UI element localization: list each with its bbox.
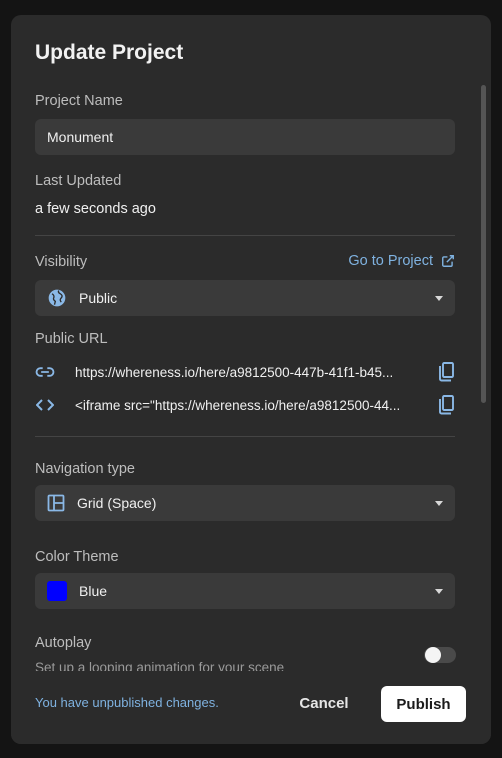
- autoplay-label: Autoplay: [35, 635, 92, 651]
- autoplay-toggle[interactable]: [424, 647, 456, 663]
- visibility-select[interactable]: Public: [35, 280, 455, 316]
- cancel-button[interactable]: Cancel: [291, 685, 357, 721]
- public-link-row: https://whereness.io/here/a9812500-447b-…: [35, 361, 455, 383]
- navigation-type-label: Navigation type: [35, 461, 135, 477]
- copy-icon: [439, 395, 454, 415]
- divider: [35, 436, 455, 437]
- visibility-label: Visibility: [35, 254, 88, 270]
- go-to-project-label: Go to Project: [348, 253, 433, 269]
- toggle-knob: [425, 647, 441, 663]
- copy-embed-button[interactable]: [437, 395, 455, 415]
- external-link-icon: [442, 255, 454, 267]
- color-swatch: [47, 581, 67, 601]
- chevron-down-icon: [435, 500, 443, 506]
- publish-button[interactable]: Publish: [381, 686, 466, 722]
- code-icon: [35, 399, 55, 411]
- grid-layout-icon: [47, 494, 65, 512]
- navigation-type-select[interactable]: Grid (Space): [35, 485, 455, 521]
- last-updated-label: Last Updated: [35, 173, 122, 189]
- dialog-scroll-area[interactable]: Update Project Project Name Monument Las…: [11, 15, 491, 671]
- dialog-title: Update Project: [35, 41, 184, 64]
- autoplay-description: Set up a looping animation for your scen…: [35, 660, 285, 671]
- copy-link-button[interactable]: [437, 362, 455, 382]
- unpublished-status: You have unpublished changes.: [35, 695, 219, 710]
- project-name-input[interactable]: Monument: [35, 119, 455, 155]
- update-project-dialog: Update Project Project Name Monument Las…: [11, 15, 491, 744]
- chevron-down-icon: [435, 588, 443, 594]
- copy-icon: [439, 362, 454, 382]
- navigation-type-value: Grid (Space): [77, 495, 157, 511]
- color-theme-label: Color Theme: [35, 549, 119, 565]
- public-url-label: Public URL: [35, 331, 108, 347]
- scrollbar[interactable]: [481, 85, 486, 403]
- color-theme-select[interactable]: Blue: [35, 573, 455, 609]
- divider: [35, 235, 455, 236]
- last-updated-value: a few seconds ago: [35, 201, 156, 217]
- go-to-project-link[interactable]: Go to Project: [348, 253, 455, 269]
- project-name-value: Monument: [47, 129, 114, 145]
- visibility-value: Public: [79, 290, 118, 306]
- chevron-down-icon: [435, 295, 443, 301]
- embed-code-text: <iframe src="https://whereness.io/here/a…: [75, 397, 401, 413]
- project-name-label: Project Name: [35, 93, 123, 109]
- embed-code-row: <iframe src="https://whereness.io/here/a…: [35, 394, 455, 416]
- dialog-footer: You have unpublished changes. Cancel Pub…: [11, 671, 491, 744]
- color-theme-value: Blue: [79, 583, 108, 599]
- link-icon: [35, 366, 55, 378]
- public-link-text: https://whereness.io/here/a9812500-447b-…: [75, 364, 394, 380]
- globe-icon: [48, 289, 66, 307]
